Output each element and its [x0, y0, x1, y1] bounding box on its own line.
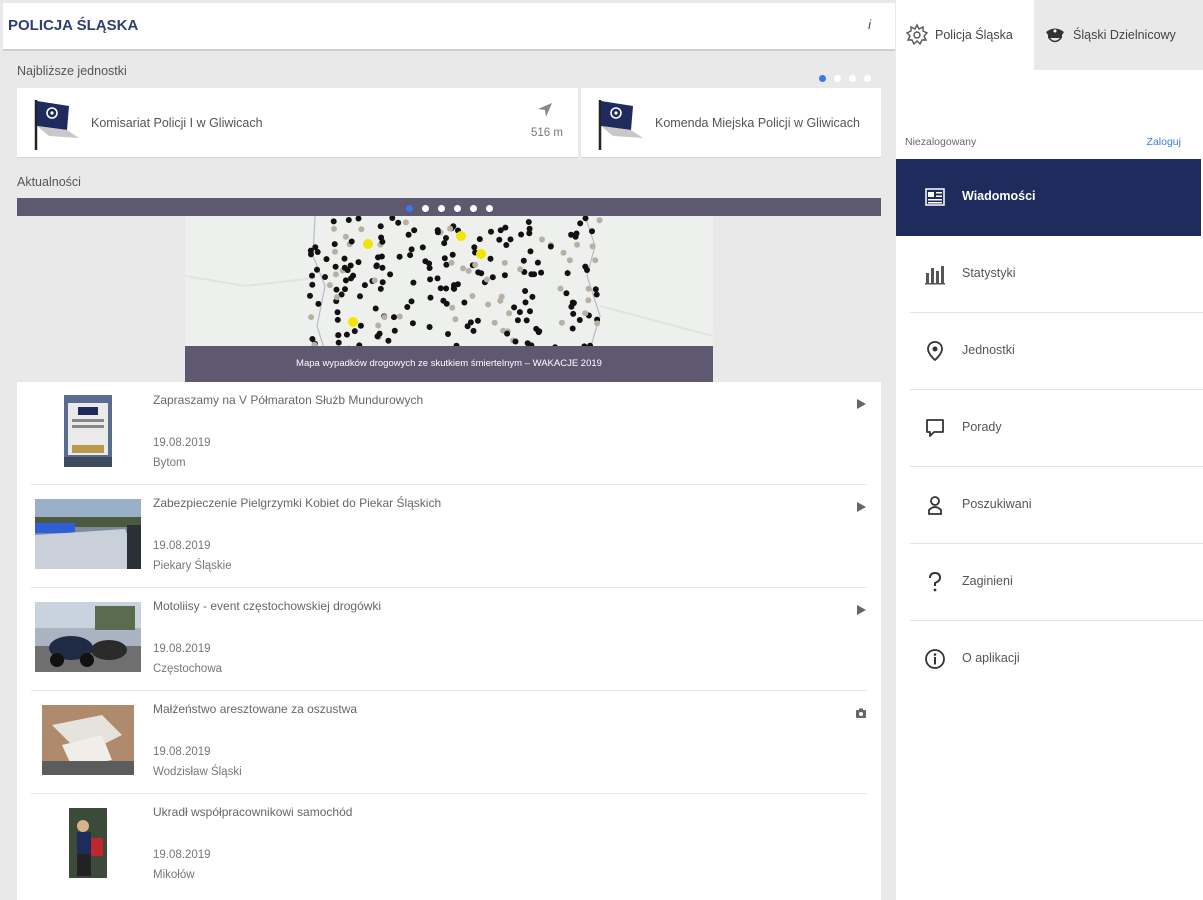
unit-name: Komisariat Policji I w Gliwicach	[91, 116, 263, 130]
app-title: POLICJA ŚLĄSKA	[8, 17, 139, 34]
login-status: Niezalogowany	[905, 136, 977, 148]
question-icon	[929, 571, 942, 592]
menu-label: Jednostki	[962, 343, 1015, 357]
play-icon	[857, 605, 866, 615]
carousel-dot[interactable]	[470, 205, 477, 212]
featured-caption[interactable]: Mapa wypadków drogowych ze skutkiem śmie…	[185, 346, 713, 382]
carousel-dot[interactable]	[438, 205, 445, 212]
news-label: Aktualności	[17, 175, 81, 189]
news-date: 19.08.2019	[153, 746, 211, 758]
news-list: Zapraszamy na V Półmaraton Służb Munduro…	[17, 382, 881, 900]
news-thumbnail	[42, 705, 134, 775]
news-item[interactable]: Zabezpieczenie Pielgrzymki Kobiet do Pie…	[17, 485, 881, 588]
menu-label: Statystyki	[962, 266, 1016, 280]
news-icon	[925, 188, 945, 206]
news-place: Mikołów	[153, 869, 195, 881]
news-title: Ukradł współpracownikowi samochód	[153, 805, 353, 819]
nearest-units-label: Najbliższe jednostki	[17, 64, 127, 78]
news-thumbnail	[69, 808, 107, 878]
news-title: Zapraszamy na V Półmaraton Służb Munduro…	[153, 393, 424, 407]
police-flag-icon	[598, 100, 643, 150]
navigation-arrow-icon	[538, 103, 552, 117]
news-thumbnail	[35, 602, 141, 672]
unit-distance: 516 m	[531, 127, 563, 139]
news-item[interactable]: Zapraszamy na V Półmaraton Służb Munduro…	[17, 382, 881, 485]
info-icon	[925, 649, 945, 669]
news-date: 19.08.2019	[153, 437, 211, 449]
unit-card[interactable]: Komisariat Policji I w Gliwicach 516 m	[17, 88, 578, 158]
location-pin-icon	[927, 341, 943, 362]
menu-item-zaginieni[interactable]: Zaginieni	[910, 544, 1203, 621]
play-icon	[857, 502, 866, 512]
carousel-dot[interactable]	[422, 205, 429, 212]
news-item[interactable]: Ukradł współpracownikowi samochód 19.08.…	[17, 794, 881, 897]
menu-item-porady[interactable]: Porady	[910, 390, 1203, 467]
news-item[interactable]: Motoliisy - event częstochowskiej drogów…	[17, 588, 881, 691]
news-title: Zabezpieczenie Pielgrzymki Kobiet do Pie…	[153, 496, 442, 510]
carousel-dot[interactable]	[849, 75, 856, 82]
carousel-dot[interactable]	[819, 75, 826, 82]
news-date: 19.08.2019	[153, 643, 211, 655]
sidebar: Policja Śląska Śląski Dzielnicowy Niezal…	[896, 0, 1203, 900]
tab-label: Policja Śląska	[935, 28, 1013, 42]
tab-policja-slaska[interactable]: Policja Śląska	[896, 0, 1034, 70]
news-place: Piekary Śląskie	[153, 560, 232, 572]
carousel-dot[interactable]	[486, 205, 493, 212]
police-star-icon	[905, 23, 929, 46]
tab-label: Śląski Dzielnicowy	[1073, 28, 1176, 42]
units-carousel-dots[interactable]	[819, 75, 871, 82]
unit-name: Komenda Miejska Policji w Gliwicach	[655, 116, 860, 130]
stats-icon	[925, 266, 945, 285]
menu-label: Wiadomości	[962, 189, 1036, 203]
menu-item-statystyki[interactable]: Statystyki	[910, 236, 1203, 313]
app-bar: POLICJA ŚLĄSKA i	[3, 3, 895, 51]
police-flag-icon	[34, 100, 79, 150]
main-content: POLICJA ŚLĄSKA i Najbliższe jednostki Ko…	[0, 0, 896, 900]
chat-bubble-icon	[926, 419, 944, 437]
carousel-dot[interactable]	[454, 205, 461, 212]
news-item[interactable]: Małżeństwo aresztowane za oszustwa 19.08…	[17, 691, 881, 794]
carousel-dot[interactable]	[406, 205, 413, 212]
news-place: Bytom	[153, 457, 186, 469]
news-thumbnail	[35, 499, 141, 569]
news-title: Małżeństwo aresztowane za oszustwa	[153, 702, 358, 716]
carousel-dot[interactable]	[864, 75, 871, 82]
camera-icon	[856, 708, 866, 718]
tab-slaski-dzielnicowy[interactable]: Śląski Dzielnicowy	[1034, 0, 1203, 70]
menu-item-poszukiwani[interactable]: Poszukiwani	[910, 467, 1203, 544]
police-cap-icon	[1046, 28, 1064, 43]
login-link[interactable]: Zaloguj	[1147, 136, 1181, 148]
carousel-dot[interactable]	[834, 75, 841, 82]
news-title: Motoliisy - event częstochowskiej drogów…	[153, 599, 382, 613]
news-place: Wodzisław Śląski	[153, 766, 242, 778]
menu-item-jednostki[interactable]: Jednostki	[910, 313, 1203, 390]
news-carousel-dots[interactable]	[406, 205, 493, 212]
info-icon[interactable]: i	[868, 17, 871, 32]
news-date: 19.08.2019	[153, 849, 211, 861]
wanted-person-icon	[928, 496, 942, 515]
news-date: 19.08.2019	[153, 540, 211, 552]
play-icon	[857, 399, 866, 409]
menu-item-wiadomosci[interactable]: Wiadomości	[896, 159, 1201, 236]
menu-label: Poszukiwani	[962, 497, 1032, 511]
menu-label: Porady	[962, 420, 1002, 434]
menu-label: Zaginieni	[962, 574, 1013, 588]
news-thumbnail	[64, 395, 112, 467]
menu-item-o-aplikacji[interactable]: O aplikacji	[910, 621, 1203, 698]
news-place: Częstochowa	[153, 663, 223, 675]
unit-card[interactable]: Komenda Miejska Policji w Gliwicach	[581, 88, 881, 158]
menu-label: O aplikacji	[962, 651, 1020, 665]
